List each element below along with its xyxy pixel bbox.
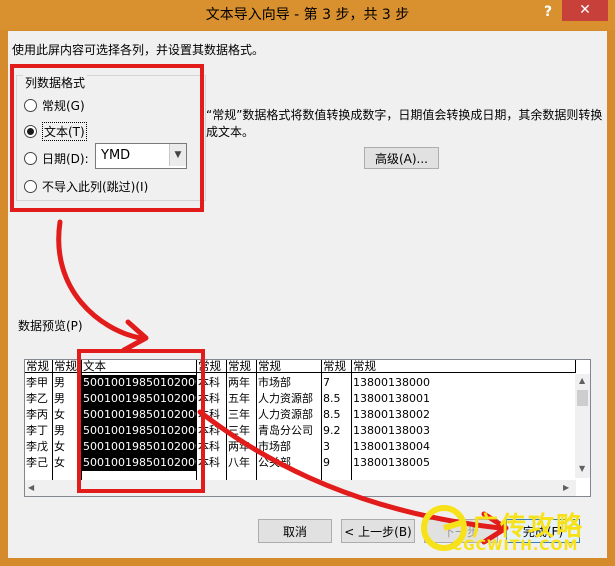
watermark: 广传攻略 CGCWITH.COM: [410, 500, 610, 562]
annotation-arrows: [56, 219, 509, 545]
watermark-url: CGCWITH.COM: [452, 538, 579, 554]
